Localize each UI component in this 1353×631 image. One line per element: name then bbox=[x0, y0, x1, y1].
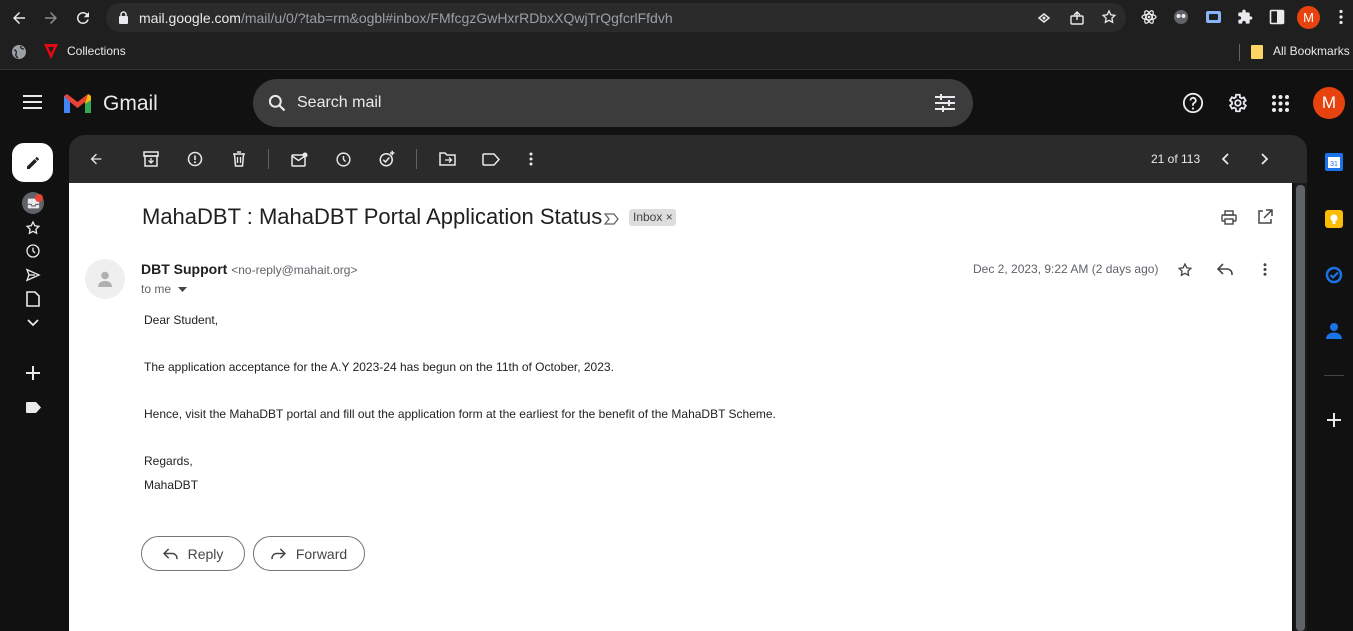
forward-button[interactable]: Forward bbox=[253, 536, 365, 571]
bookmarks-divider bbox=[1239, 44, 1240, 61]
bookmark-star-icon[interactable] bbox=[1101, 9, 1117, 30]
message-more-options-icon[interactable] bbox=[1263, 263, 1267, 281]
bookmarks-bar: Collections All Bookmarks bbox=[0, 35, 1353, 70]
email-paragraph: The application acceptance for the A.Y 2… bbox=[144, 360, 614, 374]
side-panel: 31 bbox=[1313, 135, 1353, 631]
new-label-plus-icon[interactable] bbox=[24, 364, 42, 382]
pagination-count: 21 of 113 bbox=[1151, 152, 1201, 166]
browser-menu-icon[interactable] bbox=[1334, 9, 1348, 30]
message-scrollbar[interactable] bbox=[1294, 183, 1307, 631]
toolbar-divider bbox=[268, 149, 269, 169]
email-subject: MahaDBT : MahaDBT Portal Application Sta… bbox=[142, 204, 603, 229]
settings-gear-icon[interactable] bbox=[1226, 92, 1248, 119]
all-bookmarks[interactable]: All Bookmarks bbox=[1273, 44, 1350, 58]
unread-dot bbox=[35, 194, 43, 202]
pencil-icon bbox=[26, 156, 39, 169]
inbox-icon[interactable] bbox=[22, 192, 44, 214]
email-paragraph: Hence, visit the MahaDBT portal and fill… bbox=[144, 407, 776, 421]
newer-chevron-left-icon[interactable] bbox=[1215, 149, 1235, 169]
lock-icon[interactable] bbox=[118, 11, 129, 29]
remove-label-icon[interactable]: × bbox=[666, 210, 673, 224]
recipient-details[interactable]: to me bbox=[141, 282, 188, 296]
reply-icon[interactable] bbox=[1216, 263, 1233, 281]
message-view: MahaDBT : MahaDBT Portal Application Sta… bbox=[69, 183, 1292, 631]
browser-profile-avatar[interactable]: M bbox=[1297, 6, 1320, 29]
archive-icon[interactable] bbox=[141, 149, 161, 169]
globe-icon[interactable] bbox=[11, 44, 27, 65]
move-to-folder-icon[interactable] bbox=[437, 149, 457, 169]
search-box[interactable]: Search mail bbox=[253, 79, 973, 127]
drafts-icon[interactable] bbox=[24, 290, 42, 308]
email-date: Dec 2, 2023, 9:22 AM (2 days ago) bbox=[973, 262, 1159, 276]
collections-logo-icon bbox=[43, 43, 59, 65]
account-avatar[interactable]: M bbox=[1313, 87, 1345, 119]
back-to-inbox-arrow-icon[interactable] bbox=[86, 149, 106, 169]
calendar-icon[interactable]: 31 bbox=[1324, 152, 1344, 172]
calendar-day: 31 bbox=[1330, 161, 1338, 168]
starred-icon[interactable] bbox=[24, 219, 42, 237]
email-closing: Regards, bbox=[144, 454, 193, 468]
email-greeting: Dear Student, bbox=[144, 313, 219, 327]
forward-arrow-icon bbox=[271, 547, 286, 559]
gmail-wordmark: Gmail bbox=[103, 92, 158, 115]
scrollbar-thumb[interactable] bbox=[1296, 185, 1305, 631]
share-icon[interactable] bbox=[1069, 10, 1085, 31]
reply-arrow-icon bbox=[162, 547, 178, 559]
toolbar-divider bbox=[416, 149, 417, 169]
more-options-icon[interactable] bbox=[521, 149, 541, 169]
snoozed-clock-icon[interactable] bbox=[24, 242, 42, 260]
snooze-clock-icon[interactable] bbox=[333, 149, 353, 169]
search-icon[interactable] bbox=[267, 93, 287, 118]
reload-icon[interactable] bbox=[72, 7, 94, 29]
star-icon[interactable] bbox=[1177, 262, 1193, 283]
sender-email: <no-reply@mahait.org> bbox=[231, 263, 358, 277]
open-in-new-window-icon[interactable] bbox=[1257, 209, 1273, 230]
browser-tab-bar: mail.google.com/mail/u/0/?tab=rm&ogbl#in… bbox=[0, 0, 1353, 35]
labels-icon[interactable] bbox=[481, 149, 501, 169]
print-icon[interactable] bbox=[1221, 210, 1237, 230]
search-input[interactable]: Search mail bbox=[297, 94, 381, 112]
older-chevron-right-icon[interactable] bbox=[1255, 149, 1275, 169]
importance-marker-icon[interactable] bbox=[603, 212, 619, 230]
sender-name[interactable]: DBT Support <no-reply@mahait.org> bbox=[141, 261, 357, 277]
caret-down-icon[interactable] bbox=[178, 287, 188, 293]
contacts-icon[interactable] bbox=[1324, 321, 1344, 341]
main-menu-icon[interactable] bbox=[23, 95, 42, 114]
get-add-ons-plus-icon[interactable] bbox=[1324, 410, 1344, 430]
apps-grid-icon[interactable] bbox=[1272, 95, 1289, 117]
more-chevron-down-icon[interactable] bbox=[24, 314, 42, 332]
compose-button[interactable] bbox=[12, 143, 53, 182]
sent-icon[interactable] bbox=[24, 266, 42, 284]
gmail-logo-icon[interactable] bbox=[62, 91, 93, 120]
screen-capture-extension-icon[interactable] bbox=[1205, 9, 1222, 30]
bookmark-collections[interactable]: Collections bbox=[67, 44, 126, 58]
report-spam-icon[interactable] bbox=[185, 149, 205, 169]
gmail-header: Gmail Search mail M bbox=[0, 71, 1353, 135]
left-navigation-rail bbox=[0, 135, 68, 631]
email-signature: MahaDBT bbox=[144, 478, 199, 492]
keep-icon[interactable] bbox=[1324, 209, 1344, 229]
sender-avatar[interactable] bbox=[85, 259, 125, 299]
forward-icon[interactable] bbox=[40, 7, 62, 29]
folder-icon bbox=[1251, 44, 1264, 65]
help-icon[interactable] bbox=[1182, 92, 1204, 119]
delete-trash-icon[interactable] bbox=[229, 149, 249, 169]
label-tag-icon[interactable] bbox=[24, 398, 42, 416]
add-to-tasks-icon[interactable] bbox=[377, 149, 397, 169]
eye-icon[interactable] bbox=[1036, 10, 1052, 31]
address-bar[interactable]: mail.google.com/mail/u/0/?tab=rm&ogbl#in… bbox=[106, 3, 1126, 32]
inbox-label-chip[interactable]: Inbox × bbox=[629, 209, 676, 226]
url-text: mail.google.com/mail/u/0/?tab=rm&ogbl#in… bbox=[139, 10, 673, 26]
react-extension-icon[interactable] bbox=[1141, 9, 1157, 30]
side-panel-icon[interactable] bbox=[1269, 9, 1285, 30]
mark-unread-icon[interactable] bbox=[289, 149, 309, 169]
message-toolbar: 21 of 113 bbox=[69, 135, 1307, 183]
puzzle-extensions-icon[interactable] bbox=[1237, 9, 1253, 30]
back-icon[interactable] bbox=[8, 7, 30, 29]
reply-button[interactable]: Reply bbox=[141, 536, 245, 571]
side-panel-divider bbox=[1324, 375, 1344, 376]
owl-extension-icon[interactable] bbox=[1173, 9, 1189, 30]
tasks-icon[interactable] bbox=[1324, 265, 1344, 285]
search-options-icon[interactable] bbox=[935, 94, 955, 117]
